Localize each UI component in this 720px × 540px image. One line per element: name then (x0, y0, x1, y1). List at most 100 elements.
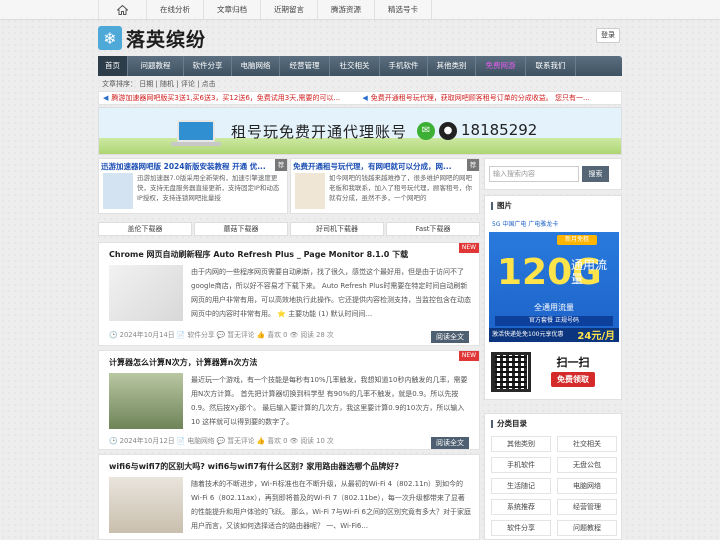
news-ticker: ◀ 腾游加速器网吧版买3送1,买6送3，买12送6，免费试用3天,需要的可以...… (98, 91, 622, 105)
category-widget: 分类目录 其他类别 社交相关 手机软件 无盘公包 生活随记 电脑网络 系统推荐 … (484, 413, 622, 540)
promo-banner[interactable]: 租号玩免费开通代理账号 ✉ ● 18185292 (98, 107, 622, 155)
read-more-button[interactable]: 阅读全文 (431, 437, 469, 449)
free-claim-label: 免费领取 (551, 372, 595, 387)
new-badge: NEW (459, 243, 479, 253)
top-nav: 在线分析 文章归档 近期留言 腾游资源 精选号卡 (98, 0, 432, 20)
featured-title[interactable]: 迅游加速器网吧版 2024新版安装教程 开通 优... (101, 161, 273, 172)
download-link[interactable]: Fast下载器 (386, 222, 480, 236)
category-link[interactable]: 软件分享 (491, 520, 551, 536)
topnav-item[interactable]: 精选号卡 (374, 0, 432, 20)
category-link[interactable]: 其他类别 (491, 436, 551, 452)
scan-prompt: 扫一扫 免费领取 (551, 354, 595, 390)
post-card: 计算器怎么计算N次方，计算器算n次方法 NEW 最近玩一个游戏，有一个技能是每秒… (98, 350, 480, 450)
sim-card-ad[interactable]: 5G 中国广电 广电雅龙卡 新月免租 120G 通用流量 全通用流量 官方套餐 … (489, 218, 619, 342)
nav-item[interactable]: 社交相关 (330, 56, 380, 76)
nav-item[interactable]: 问题教程 (128, 56, 184, 76)
ad-header: 5G 中国广电 广电雅龙卡 (489, 218, 619, 232)
category-link[interactable]: 手机软件 (491, 457, 551, 473)
post-meta: 🕒 2024年10月12日 📄 电脑网络 💬 暂无评论 👍 喜欢 0 👁 阅读 … (109, 437, 334, 445)
category-link[interactable]: 经营管理 (557, 499, 617, 515)
nav-item[interactable]: 联系我们 (526, 56, 576, 76)
post-meta: 🕒 2024年10月14日 📄 软件分享 💬 暂无评论 👍 喜欢 0 👁 阅读 … (109, 331, 334, 339)
ticker-item[interactable]: 腾游加速器网吧版买3送1,买6送3，买12送6，免费试用3天,需要的可以... (111, 94, 340, 102)
category-link[interactable]: 社交相关 (557, 436, 617, 452)
post-card: wifi6与wifi7的区别大吗? wifi6与wifi7有什么区别? 家用路由… (98, 454, 480, 540)
nav-item[interactable]: 软件分享 (184, 56, 232, 76)
download-link[interactable]: 蘑菇下载器 (194, 222, 288, 236)
post-thumbnail[interactable] (109, 373, 183, 429)
topnav-item[interactable]: 腾游资源 (317, 0, 374, 20)
ad-price: 24元/月 (577, 331, 615, 342)
category-link[interactable]: 生活随记 (491, 478, 551, 494)
ticker-item[interactable]: 免费开通租号玩代理，获取网吧顾客租号订单的分成收益。 您只有一... (371, 94, 590, 102)
site-title: 落英缤纷 (126, 28, 207, 51)
topnav-item[interactable]: 在线分析 (146, 0, 203, 20)
post-excerpt: 随着技术的不断进步，Wi-Fi标准也在不断升级，从最初的Wi-Fi 4（802.… (191, 480, 471, 530)
nav-item[interactable]: 电脑网络 (232, 56, 280, 76)
post-title[interactable]: Chrome 网页自动刷新程序 Auto Refresh Plus _ Page… (109, 249, 408, 260)
qq-icon: ● (439, 122, 457, 140)
post-title[interactable]: 计算器怎么计算N次方，计算器算n次方法 (109, 357, 257, 368)
post-excerpt: 最近玩一个游戏，有一个技能是每秒有10%几率触发，我想知道10秒内触发的几率，需… (191, 376, 468, 426)
post-thumbnail[interactable] (109, 265, 183, 321)
download-bar: 盖伦下载器 蘑菇下载器 好司机下载器 Fast下载器 (98, 222, 480, 236)
featured-post[interactable]: 免费开通租号玩代理，有网吧就可以分成，网... 如今网吧的钱越来越难挣了，很多维… (290, 158, 480, 214)
category-grid: 其他类别 社交相关 手机软件 无盘公包 生活随记 电脑网络 系统推荐 经营管理 … (491, 436, 617, 536)
featured-desc: 迅游加速器7.0版采用全新架构，加速引擎速度更快，支持无盘服务器直接更新，支持固… (137, 174, 280, 202)
laptop-icon (177, 120, 215, 142)
search-button[interactable]: 搜索 (582, 166, 609, 182)
download-link[interactable]: 好司机下载器 (290, 222, 384, 236)
login-button[interactable]: 登录 (596, 28, 620, 43)
contact-icons: ✉ ● (417, 122, 457, 140)
featured-thumbnail[interactable] (295, 173, 325, 209)
featured-title[interactable]: 免费开通租号玩代理，有网吧就可以分成，网... (293, 161, 465, 172)
post-thumbnail[interactable] (109, 477, 183, 533)
banner-phone: 18185292 (461, 121, 538, 139)
search-input[interactable]: 输入搜索内容 (489, 166, 579, 182)
nav-item-special[interactable]: 免费网游 (476, 56, 526, 76)
category-link[interactable]: 问题教程 (557, 520, 617, 536)
category-link[interactable]: 无盘公包 (557, 457, 617, 473)
image-widget: 图片 5G 中国广电 广电雅龙卡 新月免租 120G 通用流量 全通用流量 官方… (484, 195, 622, 400)
qr-code-pattern (495, 356, 527, 388)
snowflake-icon: ❄ (98, 26, 122, 50)
nav-item[interactable]: 手机软件 (380, 56, 428, 76)
ad-data-unit: 通用流量 (571, 258, 608, 286)
widget-title: 分类目录 (491, 418, 527, 429)
featured-desc: 如今网吧的钱越来越难挣了，很多维护网吧的网吧老板和我联系，加入了租号玩代理，顾客… (329, 174, 472, 202)
arrow-icon: ◀ (103, 94, 109, 102)
laptop-base (171, 142, 221, 146)
ad-flow-text: 全通用流量 (534, 303, 574, 312)
nav-item-home[interactable]: 首页 (98, 56, 128, 76)
featured-post[interactable]: 迅游加速器网吧版 2024新版安装教程 开通 优... 迅游加速器7.0版采用全… (98, 158, 288, 214)
arrow-icon: ◀ (362, 94, 368, 102)
ad-badge: 新月免租 (557, 235, 597, 245)
topnav-item[interactable]: 文章归档 (203, 0, 260, 20)
wechat-icon: ✉ (417, 122, 435, 140)
new-badge: NEW (459, 351, 479, 361)
home-icon (117, 5, 128, 15)
post-excerpt: 由于内网的一些程序网页需要自动刷新，找了很久，感觉这个最好用，但是由于访问不了g… (191, 268, 471, 318)
post-card: Chrome 网页自动刷新程序 Auto Refresh Plus _ Page… (98, 242, 480, 346)
banner-text: 租号玩免费开通代理账号 (231, 123, 408, 141)
category-link[interactable]: 系统推荐 (491, 499, 551, 515)
main-nav: 首页 问题教程 软件分享 电脑网络 经营管理 社交相关 手机软件 其他类别 免费… (98, 56, 622, 76)
top-bar: 在线分析 文章归档 近期留言 腾游资源 精选号卡 (0, 0, 720, 20)
widget-title: 图片 (491, 200, 512, 211)
ad-line: 官方套餐 正规号码 (495, 316, 613, 326)
featured-thumbnail[interactable] (103, 173, 133, 209)
scan-text: 扫一扫 (556, 356, 590, 369)
recommend-tag: 荐 (467, 159, 479, 171)
recommend-tag: 荐 (275, 159, 287, 171)
site-logo[interactable]: ❄ 落英缤纷 (98, 25, 206, 51)
search-box: 输入搜索内容 搜索 (484, 158, 622, 190)
sort-bar[interactable]: 文章排序： 日期 | 随机 | 评论 | 点击 (98, 78, 622, 90)
nav-item[interactable]: 经营管理 (280, 56, 330, 76)
nav-item[interactable]: 其他类别 (428, 56, 476, 76)
post-title[interactable]: wifi6与wifi7的区别大吗? wifi6与wifi7有什么区别? 家用路由… (109, 461, 399, 472)
home-link[interactable] (98, 0, 146, 20)
category-link[interactable]: 电脑网络 (557, 478, 617, 494)
topnav-item[interactable]: 近期留言 (260, 0, 317, 20)
download-link[interactable]: 盖伦下载器 (98, 222, 192, 236)
read-more-button[interactable]: 阅读全文 (431, 331, 469, 343)
